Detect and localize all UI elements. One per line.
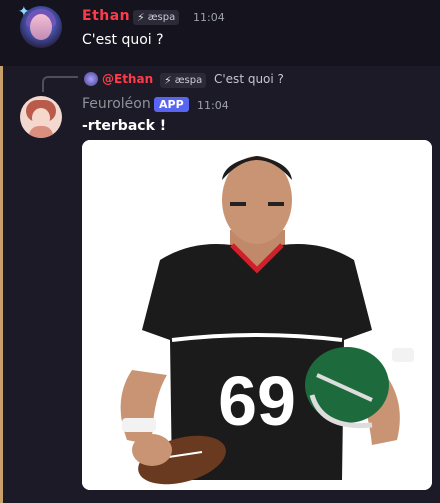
role-badge[interactable]: ⚡ æspa (133, 10, 180, 25)
reply-preview-text[interactable]: C'est quoi ? (214, 72, 284, 86)
username[interactable]: Feuroléon (82, 96, 151, 112)
message-ethan: ✦ Ethan ⚡ æspa 11:04 C'est quoi ? (0, 0, 440, 66)
image-attachment[interactable]: 69 (82, 140, 432, 490)
timestamp[interactable]: 11:04 (197, 99, 229, 112)
role-badge-label: æspa (174, 75, 203, 86)
avatar-face (30, 14, 52, 40)
message-text: C'est quoi ? (82, 32, 164, 48)
reply-connector (42, 76, 78, 92)
avatar-face (32, 108, 50, 128)
sparkle-icon: ✦ (18, 4, 30, 20)
football-player-photo: 69 (82, 140, 432, 490)
avatar-body (29, 126, 53, 138)
username[interactable]: Ethan (82, 8, 130, 24)
message-feuroleon: @Ethan ⚡ æspa C'est quoi ? Feuroléon APP… (0, 66, 440, 503)
message-text: -rterback ! (82, 118, 167, 134)
reply-avatar[interactable] (84, 72, 98, 86)
timestamp[interactable]: 11:04 (193, 11, 225, 24)
role-badge-label: æspa (147, 12, 176, 23)
lightning-icon: ⚡ (137, 11, 145, 24)
app-badge: APP (154, 97, 189, 112)
reply-role-badge[interactable]: ⚡ æspa (160, 73, 207, 88)
reply-accent-bar (0, 66, 3, 503)
lightning-icon: ⚡ (164, 74, 172, 87)
avatar[interactable] (20, 96, 62, 138)
reply-username[interactable]: @Ethan (102, 72, 153, 86)
jersey-number: 69 (218, 362, 296, 440)
